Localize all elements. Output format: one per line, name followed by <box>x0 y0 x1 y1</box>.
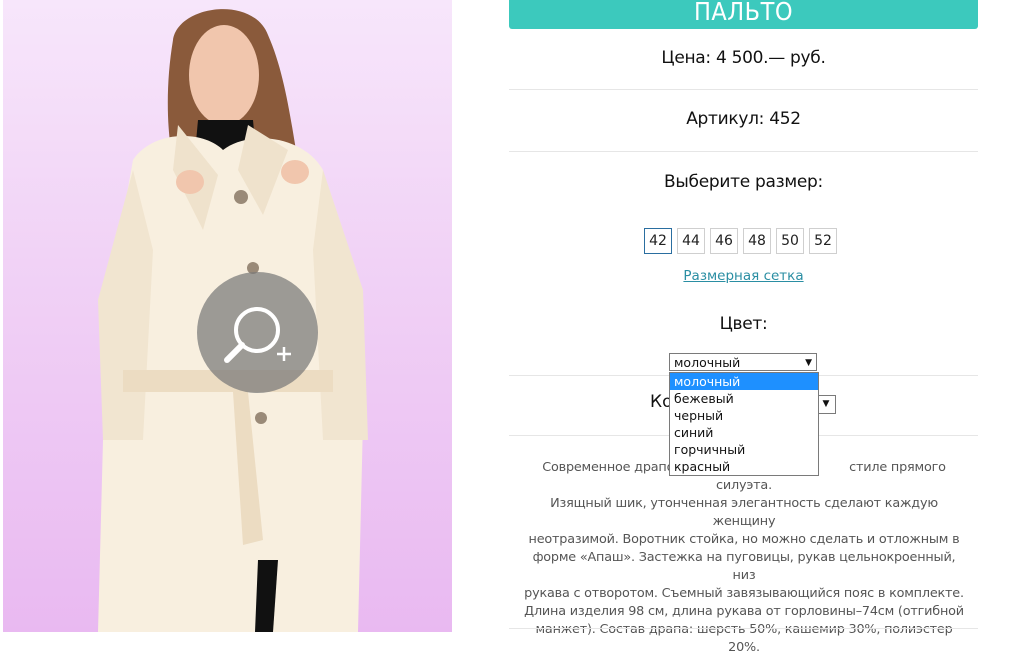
zoom-button[interactable] <box>197 272 318 393</box>
color-label: Цвет: <box>719 314 768 334</box>
zoom-in-icon <box>224 307 291 363</box>
product-title: ПАЛЬТО <box>509 0 978 29</box>
size-option-50[interactable]: 50 <box>776 228 804 254</box>
chevron-down-icon: ▼ <box>822 399 830 409</box>
color-select-value: молочный <box>674 355 741 370</box>
color-select[interactable]: молочный ▼ <box>669 353 817 371</box>
color-option-black[interactable]: черный <box>670 407 818 424</box>
color-option-milky[interactable]: молочный <box>670 373 818 390</box>
size-option-46[interactable]: 46 <box>710 228 738 254</box>
size-option-44[interactable]: 44 <box>677 228 705 254</box>
size-option-48[interactable]: 48 <box>743 228 771 254</box>
color-option-red[interactable]: красный <box>670 458 818 475</box>
size-chart-link[interactable]: Размерная сетка <box>509 268 978 284</box>
description-line: рукава с отворотом. Съемный завязывающий… <box>524 586 964 601</box>
product-photo[interactable] <box>3 0 452 632</box>
divider <box>509 628 978 629</box>
color-option-beige[interactable]: бежевый <box>670 390 818 407</box>
color-option-mustard[interactable]: горчичный <box>670 441 818 458</box>
description-line: неотразимой. Воротник стойка, но можно с… <box>528 532 960 547</box>
description-line: манжет). Состав драпа: шерсть 50%, кашем… <box>535 622 953 655</box>
description-line: Длина изделия 98 см, длина рукава от гор… <box>524 604 964 619</box>
size-option-42[interactable]: 42 <box>644 228 672 254</box>
color-dropdown-list: молочный бежевый черный синий горчичный … <box>669 372 819 476</box>
quantity-dropdown-arrow[interactable]: ▼ <box>817 395 836 414</box>
size-selector: 42 44 46 48 50 52 <box>644 228 837 254</box>
article-text: Артикул: 452 <box>686 109 801 129</box>
size-option-52[interactable]: 52 <box>809 228 837 254</box>
divider <box>509 89 978 90</box>
price-text: Цена: 4 500.— руб. <box>661 48 826 68</box>
size-label: Выберите размер: <box>664 172 823 192</box>
color-option-blue[interactable]: синий <box>670 424 818 441</box>
divider <box>509 151 978 152</box>
description-line: форме «Апаш». Застежка на пуговицы, рука… <box>532 550 956 583</box>
description-line: Изящный шик, утонченная элегантность сде… <box>550 496 938 529</box>
chevron-down-icon: ▼ <box>805 358 812 368</box>
